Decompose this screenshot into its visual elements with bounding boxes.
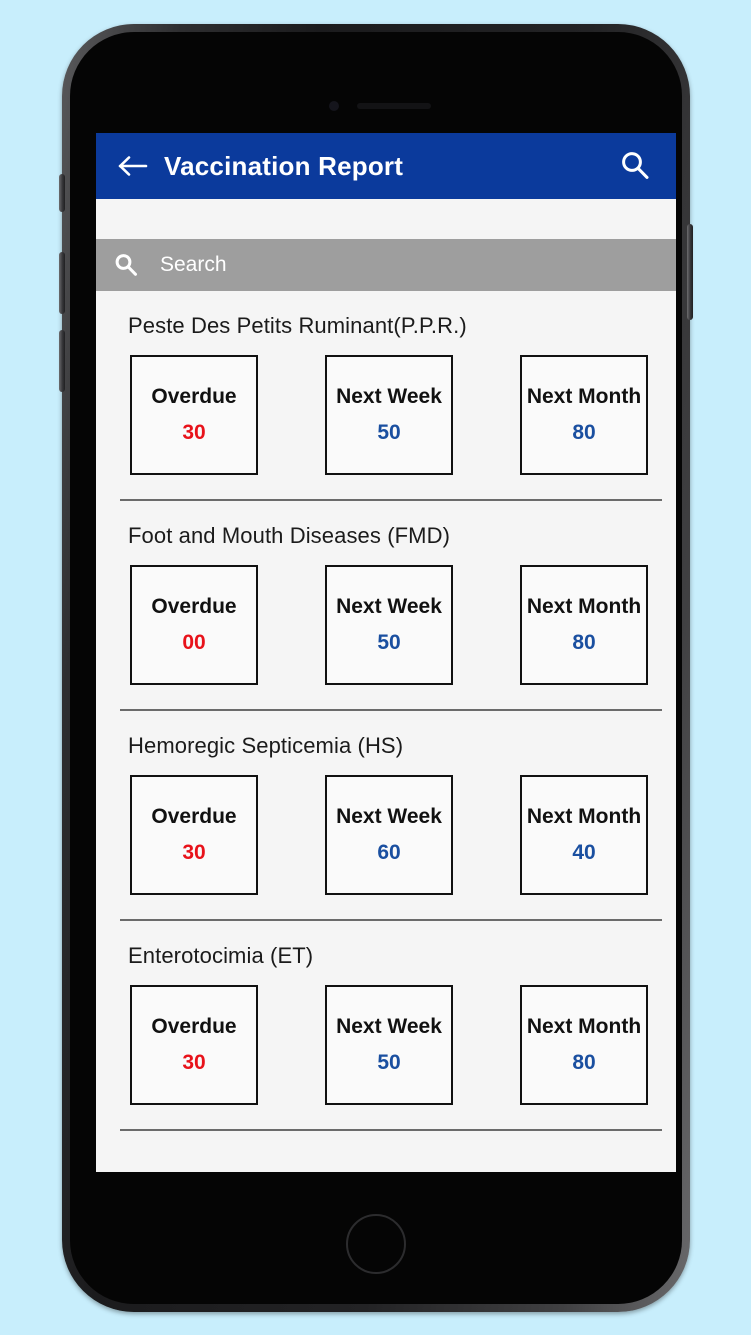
- stat-label: Next Week: [336, 385, 442, 408]
- section-title: Hemoregic Septicemia (HS): [128, 733, 404, 758]
- stat-value: 80: [572, 631, 596, 654]
- search-input[interactable]: [158, 238, 676, 292]
- stat-box-overdue[interactable]: Overdue 30: [130, 985, 258, 1105]
- stat-box-next-month[interactable]: Next Month 80: [520, 985, 648, 1105]
- stat-box-next-week[interactable]: Next Week 50: [325, 565, 453, 685]
- stat-label: Overdue: [151, 805, 237, 828]
- appbar-search-button[interactable]: [612, 143, 658, 189]
- report-section: Foot and Mouth Diseases (FMD) Overdue 00 Ne…: [96, 501, 676, 711]
- stat-box-overdue[interactable]: Overdue 30: [130, 775, 258, 895]
- power-button[interactable]: [687, 224, 693, 320]
- report-section: Peste Des Petits Ruminant(P.P.R.) Overdue…: [96, 291, 676, 501]
- phone-bezel: Vaccination Report Search Peste Des Peti…: [70, 32, 682, 1304]
- page-title: Vaccination Report: [164, 150, 404, 181]
- stat-value: 80: [572, 421, 596, 444]
- search-icon: [110, 249, 142, 281]
- stat-value: 80: [572, 1051, 596, 1074]
- stat-value: 50: [377, 631, 401, 654]
- stat-value: 50: [377, 1051, 401, 1074]
- earpiece-speaker: [357, 103, 431, 109]
- stat-box-next-week[interactable]: Next Week 60: [325, 775, 453, 895]
- stat-row: Overdue 30 Next Week 60 Next Month 40: [96, 775, 676, 895]
- stat-label: Overdue: [151, 595, 237, 618]
- stat-label: Next Week: [336, 595, 442, 618]
- stat-row: Overdue 00 Next Week 50 Next Month 80: [96, 565, 676, 685]
- stat-box-overdue[interactable]: Overdue 30: [130, 355, 258, 475]
- search-icon: [622, 152, 649, 179]
- stat-box-next-week[interactable]: Next Week 50: [325, 985, 453, 1105]
- app-bar: Vaccination Report: [96, 133, 676, 199]
- phone-device-frame: Vaccination Report Search Peste Des Peti…: [59, 24, 693, 1312]
- home-button[interactable]: [346, 1214, 406, 1274]
- section-title: Enterotocimia (ET): [128, 943, 314, 968]
- stat-label: Next Month: [526, 805, 642, 828]
- stat-value: 30: [182, 421, 206, 444]
- search-icon-glyph: [115, 254, 137, 276]
- stat-label: Overdue: [151, 385, 237, 408]
- stat-row: Overdue 30 Next Week 50 Next Month 80: [96, 985, 676, 1105]
- section-title: Peste Des Petits Ruminant(P.P.R.): [128, 313, 467, 338]
- stat-box-next-week[interactable]: Next Week 50: [325, 355, 453, 475]
- stat-label: Next Week: [336, 1015, 442, 1038]
- stat-value: 30: [182, 841, 206, 864]
- stat-label: Next Month: [526, 385, 642, 408]
- stat-value: 50: [377, 421, 401, 444]
- section-divider: [120, 1129, 662, 1131]
- phone-screen: Vaccination Report Search Peste Des Peti…: [96, 133, 676, 1172]
- back-button[interactable]: [110, 143, 156, 189]
- stat-value: 40: [572, 841, 596, 864]
- front-camera: [329, 101, 339, 111]
- report-section: Enterotocimia (ET) Overdue 30 Next Week 50 Ne…: [96, 921, 676, 1131]
- stat-label: Next Week: [336, 805, 442, 828]
- arrow-left-icon: [118, 156, 148, 176]
- search-bar[interactable]: [96, 238, 676, 292]
- stat-box-next-month[interactable]: Next Month 80: [520, 565, 648, 685]
- stat-value: 30: [182, 1051, 206, 1074]
- section-title: Foot and Mouth Diseases (FMD): [128, 523, 451, 548]
- stat-label: Overdue: [151, 1015, 237, 1038]
- volume-up-button[interactable]: [59, 252, 65, 314]
- stat-box-next-month[interactable]: Next Month 40: [520, 775, 648, 895]
- stat-row: Overdue 30 Next Week 50 Next Month 80: [96, 355, 676, 475]
- silent-switch[interactable]: [59, 174, 65, 212]
- stat-value: 00: [182, 631, 206, 654]
- volume-down-button[interactable]: [59, 330, 65, 392]
- stat-label: Next Month: [526, 1015, 642, 1038]
- stat-value: 60: [377, 841, 401, 864]
- stat-box-overdue[interactable]: Overdue 00: [130, 565, 258, 685]
- app-bar-spacer: [96, 199, 676, 239]
- stat-label: Next Month: [526, 595, 642, 618]
- report-section: Hemoregic Septicemia (HS) Overdue 30 Next W…: [96, 711, 676, 921]
- stat-box-next-month[interactable]: Next Month 80: [520, 355, 648, 475]
- vaccination-report-list: Peste Des Petits Ruminant(P.P.R.) Overdue…: [96, 291, 676, 1131]
